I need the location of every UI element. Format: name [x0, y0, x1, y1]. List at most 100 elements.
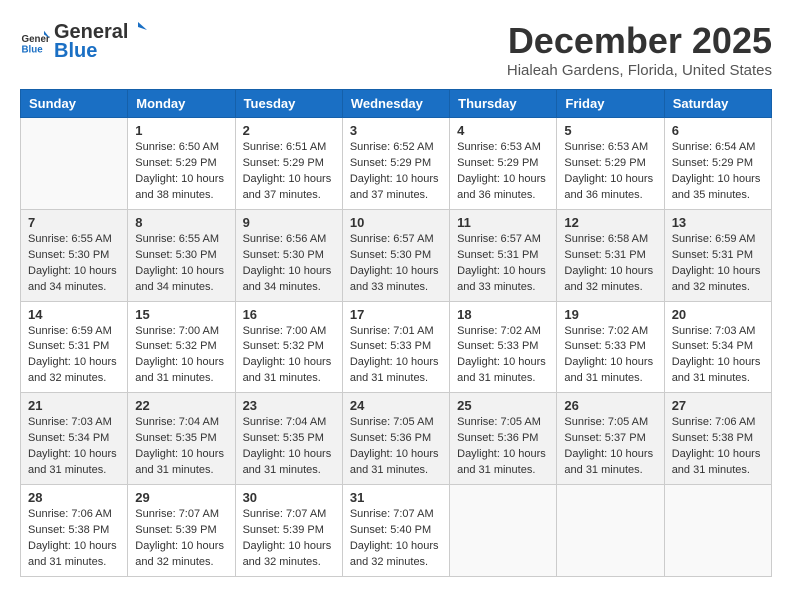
- logo-bird-icon: [129, 20, 147, 38]
- calendar-week-row: 21 Sunrise: 7:03 AMSunset: 5:34 PMDayligh…: [21, 393, 772, 485]
- calendar-cell: 9 Sunrise: 6:56 AMSunset: 5:30 PMDaylight…: [235, 209, 342, 301]
- day-info: Sunrise: 7:04 AMSunset: 5:35 PMDaylight:…: [243, 415, 335, 479]
- calendar-cell: 26Sunrise: 7:05 AMSunset: 5:37 PMDayligh…: [557, 393, 664, 485]
- day-info: Sunrise: 7:07 AMSunset: 5:39 PMDaylight:…: [135, 507, 227, 571]
- header-day-tuesday: Tuesday: [235, 90, 342, 118]
- day-info: Sunrise: 7:05 AMSunset: 5:37 PMDaylight:…: [564, 415, 656, 479]
- location-subtitle: Hialeah Gardens, Florida, United States: [507, 62, 772, 79]
- page-header: General Blue General Blue December 2025 …: [20, 20, 772, 79]
- day-info: Sunrise: 6:51 AMSunset: 5:29 PMDaylight:…: [243, 140, 335, 204]
- day-info: Sunrise: 7:05 AMSunset: 5:36 PMDaylight:…: [350, 415, 442, 479]
- day-info: Sunrise: 6:56 AMSunset: 5:30 PMDaylight:…: [243, 232, 335, 296]
- day-number: 29: [135, 490, 227, 505]
- day-number: 19: [564, 307, 656, 322]
- day-info: Sunrise: 7:02 AMSunset: 5:33 PMDaylight:…: [564, 324, 656, 388]
- calendar-cell: 14 Sunrise: 6:59 AMSunset: 5:31 PMDayligh…: [21, 301, 128, 393]
- calendar-cell: [664, 485, 771, 577]
- calendar-cell: [450, 485, 557, 577]
- day-number: 21: [28, 398, 120, 413]
- day-number: 16: [243, 307, 335, 322]
- day-number: 6: [672, 123, 764, 138]
- calendar-cell: [557, 485, 664, 577]
- calendar-cell: 23 Sunrise: 7:04 AMSunset: 5:35 PMDayligh…: [235, 393, 342, 485]
- calendar-cell: 2 Sunrise: 6:51 AMSunset: 5:29 PMDaylight…: [235, 118, 342, 210]
- day-info: Sunrise: 7:06 AMSunset: 5:38 PMDaylight:…: [672, 415, 764, 479]
- day-info: Sunrise: 6:57 AMSunset: 5:30 PMDaylight:…: [350, 232, 442, 296]
- day-number: 1: [135, 123, 227, 138]
- logo-icon: General Blue: [20, 27, 50, 57]
- calendar-cell: 4Sunrise: 6:53 AMSunset: 5:29 PMDaylight…: [450, 118, 557, 210]
- day-info: Sunrise: 7:07 AMSunset: 5:40 PMDaylight:…: [350, 507, 442, 571]
- day-info: Sunrise: 6:53 AMSunset: 5:29 PMDaylight:…: [457, 140, 549, 204]
- calendar-cell: 10 Sunrise: 6:57 AMSunset: 5:30 PMDayligh…: [342, 209, 449, 301]
- day-number: 14: [28, 307, 120, 322]
- calendar-cell: 3Sunrise: 6:52 AMSunset: 5:29 PMDaylight…: [342, 118, 449, 210]
- calendar-cell: 31 Sunrise: 7:07 AMSunset: 5:40 PMDayligh…: [342, 485, 449, 577]
- calendar-cell: 19 Sunrise: 7:02 AMSunset: 5:33 PMDayligh…: [557, 301, 664, 393]
- svg-text:Blue: Blue: [22, 44, 44, 55]
- calendar-cell: 5 Sunrise: 6:53 AMSunset: 5:29 PMDaylight…: [557, 118, 664, 210]
- day-info: Sunrise: 7:01 AMSunset: 5:33 PMDaylight:…: [350, 324, 442, 388]
- day-info: Sunrise: 7:06 AMSunset: 5:38 PMDaylight:…: [28, 507, 120, 571]
- calendar-cell: 17 Sunrise: 7:01 AMSunset: 5:33 PMDayligh…: [342, 301, 449, 393]
- logo: General Blue General Blue: [20, 20, 148, 63]
- day-info: Sunrise: 7:04 AMSunset: 5:35 PMDaylight:…: [135, 415, 227, 479]
- day-number: 13: [672, 215, 764, 230]
- calendar-cell: 12Sunrise: 6:58 AMSunset: 5:31 PMDayligh…: [557, 209, 664, 301]
- calendar-week-row: 14 Sunrise: 6:59 AMSunset: 5:31 PMDayligh…: [21, 301, 772, 393]
- day-number: 17: [350, 307, 442, 322]
- calendar-cell: 22 Sunrise: 7:04 AMSunset: 5:35 PMDayligh…: [128, 393, 235, 485]
- calendar-week-row: 28 Sunrise: 7:06 AMSunset: 5:38 PMDayligh…: [21, 485, 772, 577]
- day-info: Sunrise: 6:52 AMSunset: 5:29 PMDaylight:…: [350, 140, 442, 204]
- month-year-title: December 2025: [507, 20, 772, 62]
- header-day-wednesday: Wednesday: [342, 90, 449, 118]
- calendar-cell: 1 Sunrise: 6:50 AMSunset: 5:29 PMDaylight…: [128, 118, 235, 210]
- day-number: 22: [135, 398, 227, 413]
- day-number: 31: [350, 490, 442, 505]
- day-info: Sunrise: 6:59 AMSunset: 5:31 PMDaylight:…: [672, 232, 764, 296]
- day-number: 10: [350, 215, 442, 230]
- calendar-week-row: 1 Sunrise: 6:50 AMSunset: 5:29 PMDaylight…: [21, 118, 772, 210]
- day-number: 24: [350, 398, 442, 413]
- day-number: 5: [564, 123, 656, 138]
- day-info: Sunrise: 6:50 AMSunset: 5:29 PMDaylight:…: [135, 140, 227, 204]
- calendar-cell: 8 Sunrise: 6:55 AMSunset: 5:30 PMDaylight…: [128, 209, 235, 301]
- calendar-cell: 7Sunrise: 6:55 AMSunset: 5:30 PMDaylight…: [21, 209, 128, 301]
- calendar-cell: 30 Sunrise: 7:07 AMSunset: 5:39 PMDayligh…: [235, 485, 342, 577]
- svg-text:General: General: [22, 34, 51, 45]
- day-number: 8: [135, 215, 227, 230]
- calendar-cell: 20Sunrise: 7:03 AMSunset: 5:34 PMDayligh…: [664, 301, 771, 393]
- day-number: 18: [457, 307, 549, 322]
- calendar-week-row: 7 Sunrise: 6:55 AMSunset: 5:30 PMDaylight…: [21, 209, 772, 301]
- header-day-thursday: Thursday: [450, 90, 557, 118]
- calendar-header-row: SundayMondayTuesdayWednesdayThursdayFrid…: [21, 90, 772, 118]
- day-number: 12: [564, 215, 656, 230]
- day-number: 28: [28, 490, 120, 505]
- day-number: 2: [243, 123, 335, 138]
- day-number: 7: [28, 215, 120, 230]
- calendar-cell: [21, 118, 128, 210]
- calendar-cell: 28 Sunrise: 7:06 AMSunset: 5:38 PMDayligh…: [21, 485, 128, 577]
- calendar-cell: 13 Sunrise: 6:59 AMSunset: 5:31 PMDayligh…: [664, 209, 771, 301]
- calendar-cell: 29 Sunrise: 7:07 AMSunset: 5:39 PMDayligh…: [128, 485, 235, 577]
- day-number: 23: [243, 398, 335, 413]
- calendar-cell: 25Sunrise: 7:05 AMSunset: 5:36 PMDayligh…: [450, 393, 557, 485]
- calendar-cell: 6 Sunrise: 6:54 AMSunset: 5:29 PMDaylight…: [664, 118, 771, 210]
- day-info: Sunrise: 6:55 AMSunset: 5:30 PMDaylight:…: [135, 232, 227, 296]
- day-info: Sunrise: 7:03 AMSunset: 5:34 PMDaylight:…: [672, 324, 764, 388]
- day-info: Sunrise: 6:54 AMSunset: 5:29 PMDaylight:…: [672, 140, 764, 204]
- day-info: Sunrise: 6:57 AMSunset: 5:31 PMDaylight:…: [457, 232, 549, 296]
- header-day-monday: Monday: [128, 90, 235, 118]
- day-info: Sunrise: 7:03 AMSunset: 5:34 PMDaylight:…: [28, 415, 120, 479]
- day-info: Sunrise: 7:05 AMSunset: 5:36 PMDaylight:…: [457, 415, 549, 479]
- day-info: Sunrise: 6:53 AMSunset: 5:29 PMDaylight:…: [564, 140, 656, 204]
- calendar-cell: 11Sunrise: 6:57 AMSunset: 5:31 PMDayligh…: [450, 209, 557, 301]
- calendar-cell: 21 Sunrise: 7:03 AMSunset: 5:34 PMDayligh…: [21, 393, 128, 485]
- calendar-cell: 16Sunrise: 7:00 AMSunset: 5:32 PMDayligh…: [235, 301, 342, 393]
- day-info: Sunrise: 7:07 AMSunset: 5:39 PMDaylight:…: [243, 507, 335, 571]
- day-info: Sunrise: 6:59 AMSunset: 5:31 PMDaylight:…: [28, 324, 120, 388]
- header-day-saturday: Saturday: [664, 90, 771, 118]
- day-number: 30: [243, 490, 335, 505]
- calendar-cell: 18Sunrise: 7:02 AMSunset: 5:33 PMDayligh…: [450, 301, 557, 393]
- day-number: 9: [243, 215, 335, 230]
